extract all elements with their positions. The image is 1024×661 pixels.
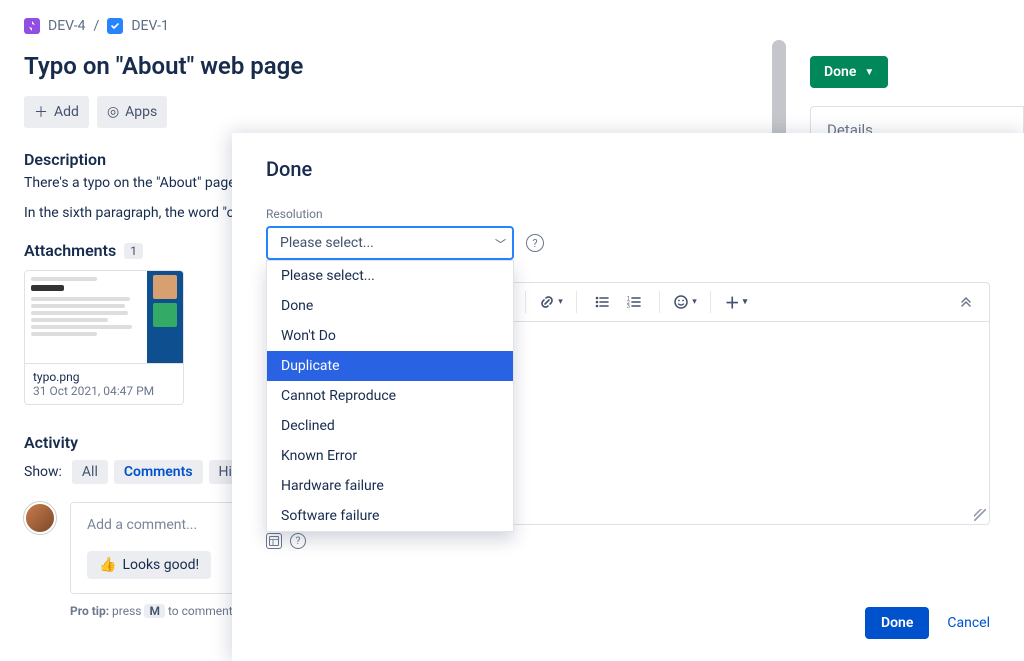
option-wont-do[interactable]: Won't Do [267,321,513,351]
option-software-failure[interactable]: Software failure [267,501,513,531]
option-duplicate[interactable]: Duplicate [267,351,513,381]
emoji-button[interactable] [670,287,700,317]
bullet-list-button[interactable] [587,287,617,317]
option-known-error[interactable]: Known Error [267,441,513,471]
pro-tip-prefix: Pro tip: [70,604,109,618]
toolbar-separator [710,291,711,313]
attachment-preview [25,271,183,363]
attachments-heading: Attachments [24,241,116,260]
transition-dialog: Done Resolution Please select... ﹀ Pleas… [232,133,1024,661]
apps-icon: ◎ [107,104,119,120]
numbered-list-button[interactable]: 123 [619,287,649,317]
breadcrumb: DEV-4 / DEV-1 [24,18,1000,34]
dialog-title: Done [266,157,990,181]
status-label: Done [824,64,856,80]
pro-tip-mid: press [109,604,144,618]
add-label: Add [54,104,79,120]
pro-tip-suffix: to comment [165,604,233,618]
avatar[interactable] [24,502,56,534]
tab-comments[interactable]: Comments [114,460,203,484]
resolution-select-value: Please select... [280,235,374,251]
resolution-field-label: Resolution [266,207,990,221]
help-icon[interactable]: ? [290,533,306,549]
resolution-dropdown: Please select... Done Won't Do Duplicate… [266,260,514,532]
add-button[interactable]: ＋ Add [24,96,89,128]
breadcrumb-parent[interactable]: DEV-4 [48,18,86,34]
resolution-select[interactable]: Please select... ﹀ Please select... Done… [266,226,514,260]
toolbar-separator [659,291,660,313]
apps-label: Apps [125,104,157,120]
pro-tip-key: M [144,604,165,618]
resize-handle[interactable] [974,509,986,521]
resolution-select-trigger[interactable]: Please select... [266,226,514,260]
option-please-select[interactable]: Please select... [267,261,513,291]
breadcrumb-issue[interactable]: DEV-1 [131,18,169,34]
toolbar-separator [525,291,526,313]
dialog-footer: Done Cancel [865,607,990,639]
svg-text:3: 3 [627,304,630,310]
attachment-filename: typo.png [33,370,175,384]
toolbar-separator [576,291,577,313]
chevron-down-icon: ▼ [864,67,874,78]
tab-all[interactable]: All [72,460,108,484]
attachment-meta: typo.png 31 Oct 2021, 04:47 PM [25,363,183,404]
help-icon[interactable]: ? [526,234,544,252]
attachments-count: 1 [124,243,143,259]
task-icon [107,18,123,34]
option-done[interactable]: Done [267,291,513,321]
link-button[interactable] [536,287,566,317]
option-cannot-reproduce[interactable]: Cannot Reproduce [267,381,513,411]
plus-icon: ＋ [34,102,48,122]
insert-button[interactable]: ＋ [721,287,751,317]
activity-show-label: Show: [24,464,62,480]
option-declined[interactable]: Declined [267,411,513,441]
attachment-card[interactable]: typo.png 31 Oct 2021, 04:47 PM [24,270,184,405]
option-hardware-failure[interactable]: Hardware failure [267,471,513,501]
breadcrumb-separator: / [94,18,100,34]
cancel-button[interactable]: Cancel [947,615,990,631]
collapse-toolbar-button[interactable] [951,287,981,317]
status-button[interactable]: Done ▼ [810,56,888,88]
suggestion-chip[interactable]: 👍 Looks good! [87,551,211,579]
epic-icon [24,18,40,34]
editor-footer-icons: ? [266,533,990,549]
thumbs-up-icon: 👍 [99,557,116,573]
attachment-datetime: 31 Oct 2021, 04:47 PM [33,384,175,398]
done-button[interactable]: Done [865,607,929,639]
apps-button[interactable]: ◎ Apps [97,96,167,128]
suggestion-chip-label: Looks good! [122,557,199,573]
page-layout-icon[interactable] [266,533,282,549]
